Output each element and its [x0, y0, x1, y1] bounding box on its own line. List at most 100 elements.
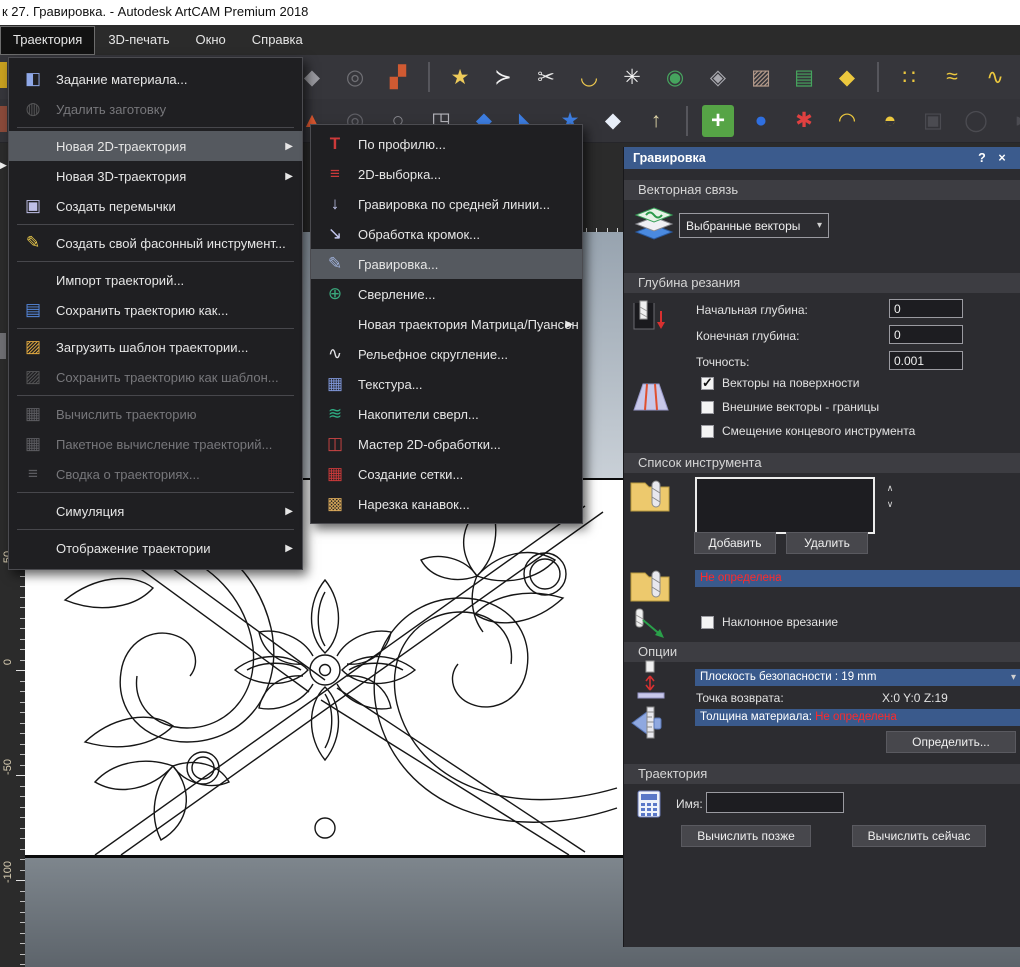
clipped-toolbar-icon	[0, 62, 7, 88]
blob-blue-icon[interactable]: ●	[745, 105, 777, 137]
menu-item-custom-form-tool[interactable]: ✎ Создать свой фасонный инструмент...	[9, 228, 302, 258]
hatch-star-icon[interactable]: ✱	[788, 105, 820, 137]
start-depth-input[interactable]	[889, 299, 963, 318]
close-button[interactable]: ×	[992, 151, 1012, 165]
check-endmill-offset[interactable]: Смещение концевого инструмента	[701, 424, 915, 438]
curve-arrow-icon[interactable]: ◠	[831, 105, 863, 137]
checkbox-icon[interactable]	[701, 375, 714, 391]
dome-split-icon[interactable]: ◓	[874, 105, 906, 137]
ruler-tick	[20, 785, 25, 787]
submenu-item-die-punch[interactable]: Новая траектория Матрица/Пуансон ▶	[311, 309, 582, 339]
wrap-relief-icon[interactable]: ◈	[702, 61, 734, 93]
form-tool-icon: ✎	[25, 233, 41, 252]
ruler-tick	[20, 859, 25, 860]
submenu-item-2d-pocket[interactable]: ≡ 2D-выборка...	[311, 159, 582, 189]
menubar-item-window[interactable]: Окно	[183, 26, 239, 55]
polyline-nodes-icon[interactable]: ∿	[979, 61, 1011, 93]
vector-association-select[interactable]: Выбранные векторы ▾	[679, 213, 829, 238]
ruler-tick	[16, 880, 25, 881]
dotted-flow-icon[interactable]: ≈	[936, 61, 968, 93]
menu-item-label: Новая 2D-траектория	[56, 138, 187, 154]
submenu-arrow-icon: ▶	[285, 170, 293, 182]
spin-up-button[interactable]: ∧	[882, 481, 898, 495]
ruler-tick	[20, 680, 25, 682]
maze-relief-icon[interactable]: ▨	[745, 61, 777, 93]
submenu-item-create-grid[interactable]: ▦ Создание сетки...	[311, 459, 582, 489]
submenu-item-drilling[interactable]: ⊕ Сверление...	[311, 279, 582, 309]
submenu-item-texture[interactable]: ▦ Текстура...	[311, 369, 582, 399]
menubar-item-trajectory[interactable]: Траектория	[0, 26, 96, 55]
scatter-circles-icon[interactable]: ∷	[893, 61, 925, 93]
add-tool-button[interactable]: Добавить	[694, 532, 776, 554]
submenu-item-edge-machining[interactable]: ↘ Обработка кромок...	[311, 219, 582, 249]
checkbox-icon[interactable]	[701, 400, 714, 414]
menu-item-new-3d-toolpath[interactable]: Новая 3D-траектория ▶	[9, 161, 302, 191]
diamond-two-rail-icon[interactable]: ◆	[597, 105, 629, 137]
menu-item-simulation[interactable]: Симуляция ▶	[9, 496, 302, 526]
profile-icon: Т	[329, 134, 341, 153]
trim-vectors-icon[interactable]: ✂	[530, 61, 562, 93]
define-material-button[interactable]: Определить...	[886, 731, 1016, 753]
tool-folder-icon	[628, 565, 672, 608]
menu-item-new-2d-toolpath[interactable]: Новая 2D-траектория ▶	[9, 131, 302, 161]
check-ramp-plunge[interactable]: Наклонное врезание	[701, 615, 838, 629]
toolpath-name-input[interactable]	[706, 792, 844, 813]
menu-item-label: Создать свой фасонный инструмент...	[56, 235, 286, 251]
remove-tool-button[interactable]: Удалить	[786, 532, 868, 554]
help-button[interactable]: ?	[972, 151, 992, 165]
ruler-tick	[20, 691, 25, 692]
ruler-tick	[20, 817, 25, 818]
menu-item-create-bridges[interactable]: ▣ Создать перемычки	[9, 191, 302, 221]
menu-item-toolpath-display[interactable]: Отображение траектории ▶	[9, 533, 302, 563]
checkbox-icon[interactable]	[701, 615, 714, 629]
spin-down-button[interactable]: ∨	[882, 497, 898, 511]
flower-vector-icon[interactable]: ✳	[616, 61, 648, 93]
menu-item-save-toolpath-as[interactable]: ▤ Сохранить траекторию как...	[9, 295, 302, 325]
submenu-item-centerline-engrave[interactable]: ↓ Гравировка по средней линии...	[311, 189, 582, 219]
check-outer-vectors-boundary[interactable]: Внешние векторы - границы	[701, 400, 879, 414]
stamp-ring-icon[interactable]: ◆	[831, 61, 863, 93]
submenu-item-2d-wizard[interactable]: ◫ Мастер 2D-обработки...	[311, 429, 582, 459]
copy-relief-icon[interactable]: ▤	[788, 61, 820, 93]
circle-tool-icon: ◯	[964, 109, 988, 132]
stamp-oval-icon[interactable]: ◎	[339, 61, 371, 93]
menubar-item-help[interactable]: Справка	[239, 26, 316, 55]
safe-plane-bar[interactable]: Плоскость безопасности : 19 mm ▾	[695, 669, 1020, 686]
menu-item-load-toolpath-template[interactable]: ▨ Загрузить шаблон траектории...	[9, 332, 302, 362]
submenu-item-engraving[interactable]: ✎ Гравировка...	[311, 249, 582, 279]
submenu-item-relief-rounding[interactable]: ∿ Рельефное скругление...	[311, 339, 582, 369]
menubar-item-3dprint[interactable]: 3D-печать	[95, 26, 182, 55]
menu-item-import-toolpaths[interactable]: Импорт траекторий...	[9, 265, 302, 295]
submenu-item-drill-banks[interactable]: ≋ Накопители сверл...	[311, 399, 582, 429]
finish-depth-input[interactable]	[889, 325, 963, 344]
ruler-label: -50	[2, 759, 14, 775]
ruler-tick	[20, 596, 25, 598]
layer-stack-up-icon[interactable]: ↑	[640, 105, 672, 137]
check-vectors-on-surface[interactable]: Векторы на поверхности	[701, 375, 860, 391]
return-point-label: Точка возврата:	[696, 691, 784, 705]
new-2d-toolpath-submenu: Т По профилю... ≡ 2D-выборка... ↓ Гравир…	[310, 124, 583, 524]
submenu-item-fluting[interactable]: ▩ Нарезка канавок...	[311, 489, 582, 519]
calculate-now-button[interactable]: Вычислить сейчас	[852, 825, 986, 847]
menu-separator	[17, 328, 294, 329]
open-vector-library-icon[interactable]: ★	[444, 61, 476, 93]
add-relief-icon[interactable]: +	[702, 104, 734, 137]
emboss-oval-icon[interactable]: ◉	[659, 61, 691, 93]
tolerance-input[interactable]	[889, 351, 963, 370]
ruler-label: 0	[2, 658, 14, 666]
tool-list-box[interactable]	[695, 477, 875, 534]
menu-item-label: Новая 3D-траектория	[56, 168, 187, 184]
checkbox-icon[interactable]	[701, 424, 714, 438]
calculate-later-button[interactable]: Вычислить позже	[681, 825, 811, 847]
docked-tab[interactable]	[0, 333, 6, 359]
vector-chevron-icon[interactable]: ≻	[487, 61, 519, 93]
menu-item-material-setup[interactable]: ◧ Задание материала...	[9, 64, 302, 94]
fillet-arc-icon[interactable]: ◡	[573, 61, 605, 93]
ruler-tick	[20, 575, 25, 577]
ruler-tick	[20, 764, 25, 766]
submenu-item-profile[interactable]: Т По профилю...	[311, 129, 582, 159]
menu-item-label: По профилю...	[358, 136, 446, 152]
tool-folder-icon	[628, 475, 672, 518]
menu-separator	[17, 224, 294, 225]
color-swatches-icon[interactable]: ▞	[382, 61, 414, 93]
